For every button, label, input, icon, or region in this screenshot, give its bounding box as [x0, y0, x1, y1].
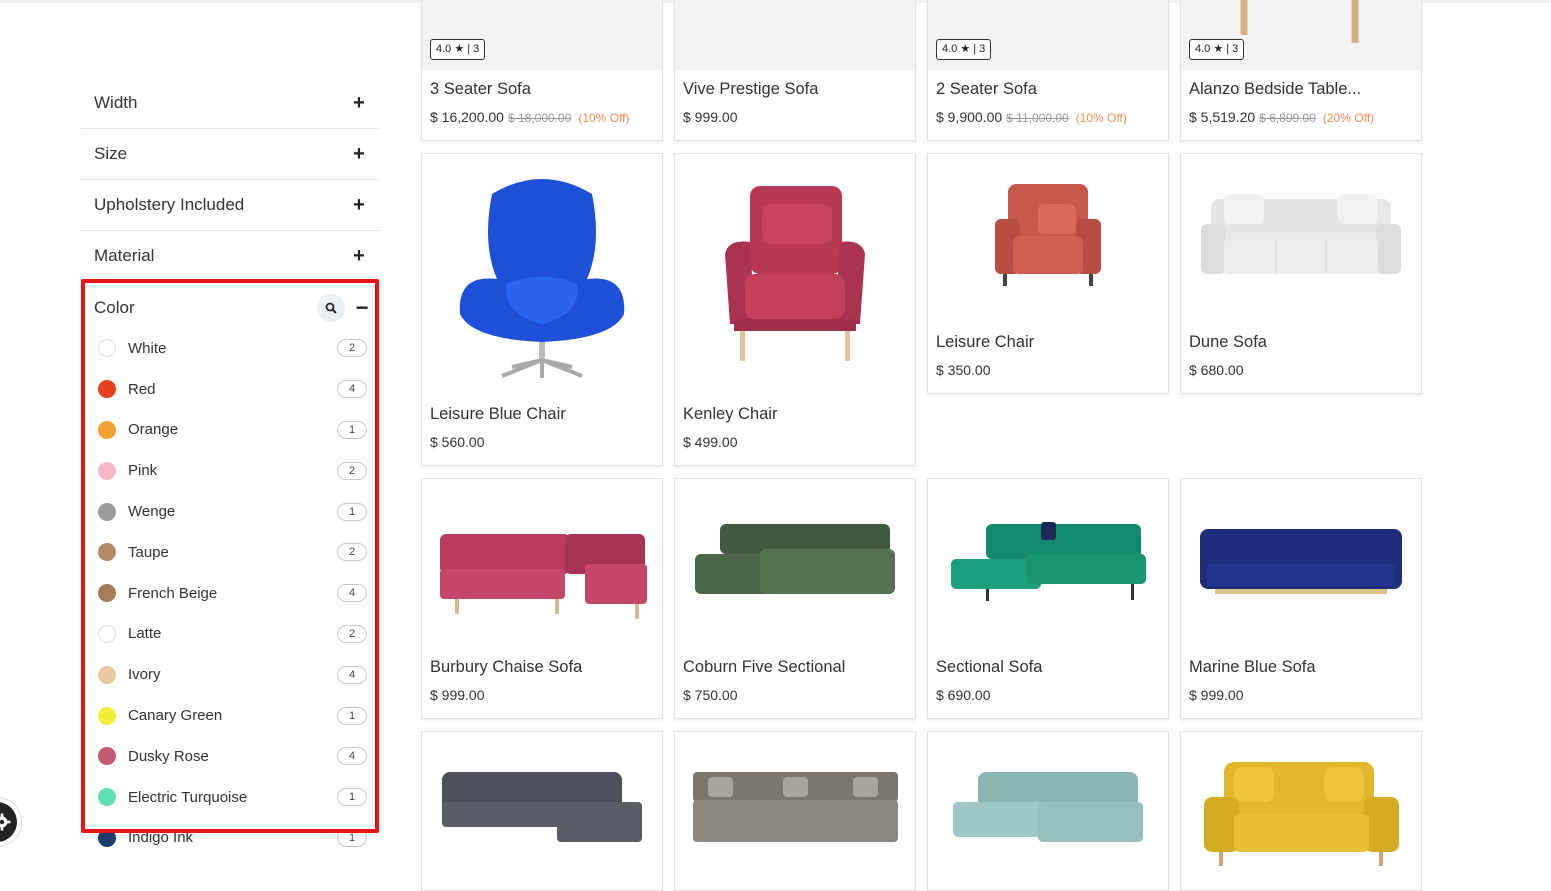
product-name: Leisure Blue Chair	[430, 405, 566, 423]
product-name: Vive Prestige Sofa	[683, 80, 819, 98]
gray-modular-sofa-image	[692, 772, 898, 842]
product-image	[928, 479, 1168, 649]
product-name: Coburn Five Sectional	[683, 658, 846, 676]
highlight-box	[81, 279, 379, 833]
gray-sleeper-sectional-image	[442, 772, 642, 842]
product-price: $ 5,519.20 $ 6,899.00 (20% Off)	[1189, 109, 1374, 125]
mint-corner-sofa-image	[953, 772, 1143, 842]
rating-badge: 4.0 ★ | 3	[430, 39, 486, 60]
discount: (20% Off)	[1322, 111, 1375, 125]
facet-label: Material	[94, 246, 155, 265]
product-card[interactable]	[927, 731, 1169, 891]
discount: (10% Off)	[1075, 111, 1127, 125]
product-image	[1181, 732, 1421, 882]
product-image	[675, 479, 915, 649]
product-name: Leisure Chair	[936, 333, 1035, 351]
price-current: $ 9,900.00	[936, 109, 1003, 125]
product-price: $ 999.00	[430, 687, 485, 703]
settings-button[interactable]	[0, 797, 22, 847]
product-card[interactable]	[1180, 731, 1422, 891]
coral-armchair-image	[995, 184, 1101, 286]
product-card[interactable]: Vive Prestige Sofa $ 999.00	[674, 0, 916, 141]
teal-sectional-image	[950, 522, 1146, 601]
product-image	[675, 732, 915, 882]
blue-egg-chair-image	[459, 179, 625, 378]
navy-tufted-sofa-image	[1200, 529, 1402, 594]
price-original: $ 6,899.00	[1259, 111, 1316, 125]
product-price: $ 690.00	[936, 687, 991, 703]
product-card[interactable]: Burbury Chaise Sofa $ 999.00	[421, 478, 663, 719]
product-card[interactable]	[421, 731, 663, 891]
facet-label: Width	[94, 93, 138, 112]
facet-size[interactable]: Size +	[81, 129, 379, 180]
product-card[interactable]: Sectional Sofa $ 690.00	[927, 478, 1169, 719]
price-original: $ 11,000.00	[1006, 111, 1069, 125]
facet-label: Size	[94, 144, 128, 163]
product-name: Marine Blue Sofa	[1189, 658, 1316, 676]
product-price: $ 16,200.00 $ 18,000.00 (10% Off)	[430, 109, 630, 125]
rating-badge: 4.0 ★ | 3	[936, 39, 992, 60]
plus-icon[interactable]: +	[352, 245, 366, 268]
product-image	[422, 732, 662, 882]
facet-upholstery[interactable]: Upholstery Included +	[81, 180, 379, 231]
pink-corner-sofa-image	[439, 534, 647, 619]
product-name: Dune Sofa	[1189, 333, 1267, 351]
product-card[interactable]: 4.0 ★ | 3 Alanzo Bedside Table... $ 5,51…	[1180, 0, 1422, 141]
price-original: $ 18,000.00	[507, 111, 572, 125]
product-card[interactable]: 4.0 ★ | 3 2 Seater Sofa $ 9,900.00 $ 11,0…	[927, 0, 1169, 141]
discount: (10% Off)	[578, 111, 630, 125]
product-card[interactable]	[674, 731, 916, 891]
product-name: 3 Seater Sofa	[430, 80, 531, 98]
product-price: $ 999.00	[1189, 687, 1244, 703]
product-image	[1181, 479, 1421, 649]
price-current: $ 16,200.00	[430, 109, 504, 125]
product-name: Sectional Sofa	[936, 658, 1043, 676]
product-name: Kenley Chair	[683, 405, 778, 423]
product-price: $ 560.00	[430, 434, 485, 450]
product-card[interactable]: Marine Blue Sofa $ 999.00	[1180, 478, 1422, 719]
product-price: $ 680.00	[1189, 362, 1244, 378]
filter-sidebar: Width + Size + Upholstery Included + Mat…	[81, 78, 379, 282]
facet-label: Upholstery Included	[94, 195, 245, 214]
product-image	[675, 0, 915, 70]
price-current: $ 5,519.20	[1189, 109, 1256, 125]
product-card[interactable]: Kenley Chair $ 499.00	[674, 153, 916, 466]
product-image	[675, 154, 915, 394]
facet-width[interactable]: Width +	[81, 78, 379, 129]
product-price: $ 499.00	[683, 434, 738, 450]
product-card[interactable]: Coburn Five Sectional $ 750.00	[674, 478, 916, 719]
plus-icon[interactable]: +	[352, 143, 366, 166]
gear-icon	[0, 802, 17, 842]
product-name: Burbury Chaise Sofa	[430, 658, 583, 676]
white-sofa-image	[1201, 194, 1401, 274]
product-name: Alanzo Bedside Table...	[1189, 80, 1362, 98]
product-image	[422, 479, 662, 649]
product-card[interactable]: 4.0 ★ | 3 3 Seater Sofa $ 16,200.00 $ 18,…	[421, 0, 663, 141]
product-price: $ 350.00	[936, 362, 991, 378]
product-image	[928, 154, 1168, 324]
product-card[interactable]: Leisure Chair $ 350.00	[927, 153, 1169, 394]
product-image	[1181, 154, 1421, 324]
pink-armchair-image	[725, 186, 865, 361]
product-price: $ 999.00	[683, 109, 738, 125]
product-image	[422, 154, 662, 394]
product-price: $ 750.00	[683, 687, 738, 703]
product-card[interactable]: Leisure Blue Chair $ 560.00	[421, 153, 663, 466]
price-current: $ 999.00	[683, 109, 738, 125]
plus-icon[interactable]: +	[352, 194, 366, 217]
product-image	[928, 732, 1168, 882]
product-card[interactable]: Dune Sofa $ 680.00	[1180, 153, 1422, 394]
green-sectional-image	[695, 524, 895, 594]
facet-material[interactable]: Material +	[81, 231, 379, 282]
product-name: 2 Seater Sofa	[936, 80, 1037, 98]
product-price: $ 9,900.00 $ 11,000.00 (10% Off)	[936, 109, 1127, 125]
yellow-loveseat-image	[1203, 762, 1399, 866]
plus-icon[interactable]: +	[352, 92, 366, 115]
rating-badge: 4.0 ★ | 3	[1189, 39, 1245, 60]
